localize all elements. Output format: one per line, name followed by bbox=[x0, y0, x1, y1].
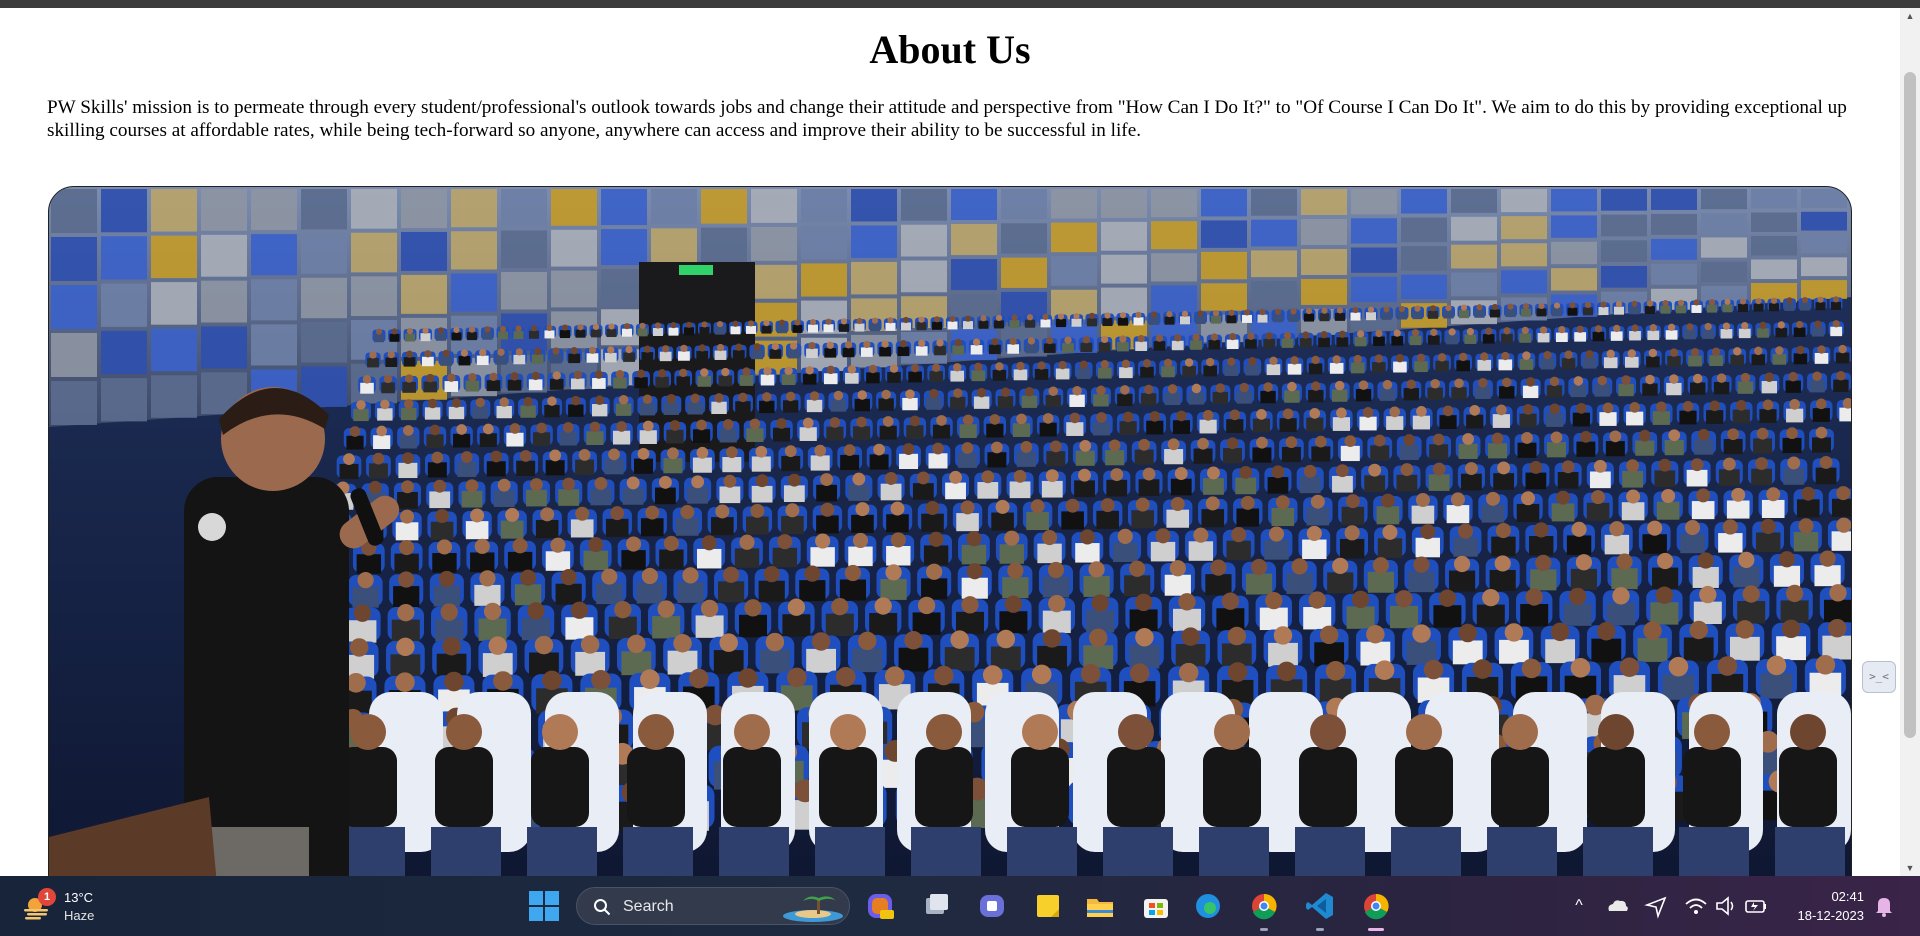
page-viewport: About Us PW Skills' mission is to permea… bbox=[0, 8, 1900, 876]
taskbar-app-edge[interactable] bbox=[1192, 890, 1224, 922]
app-running-indicator bbox=[1260, 928, 1268, 931]
weather-widget[interactable]: 1 13°C Haze bbox=[22, 888, 112, 928]
taskbar-search-box[interactable]: Search bbox=[576, 887, 850, 925]
search-label: Search bbox=[623, 898, 674, 915]
taskbar-app-file-explorer[interactable] bbox=[1084, 890, 1116, 922]
taskbar-app-copilot[interactable] bbox=[864, 890, 896, 922]
page-scrollbar[interactable]: ▲ ▼ bbox=[1900, 8, 1920, 876]
auditorium-photo-art bbox=[49, 187, 1851, 876]
floating-side-widget[interactable]: >_< bbox=[1862, 661, 1896, 693]
window-top-strip bbox=[0, 0, 1920, 8]
location-icon[interactable] bbox=[1643, 892, 1669, 920]
app-running-indicator bbox=[1316, 928, 1324, 931]
chrome-beta-icon bbox=[1252, 893, 1277, 920]
file-explorer-icon bbox=[1087, 899, 1113, 917]
scroll-down-arrow[interactable]: ▼ bbox=[1900, 860, 1920, 876]
battery-icon[interactable] bbox=[1743, 892, 1769, 920]
tray-chevron[interactable]: ^ bbox=[1566, 892, 1592, 920]
clock-date: 18-12-2023 bbox=[1797, 908, 1865, 923]
taskbar-app-sticky-notes[interactable] bbox=[1032, 890, 1064, 922]
system-clock[interactable]: 02:41 18-12-2023 bbox=[1780, 887, 1865, 925]
search-highlight-art bbox=[783, 896, 843, 922]
edge-icon bbox=[1196, 894, 1220, 918]
scroll-thumb[interactable] bbox=[1904, 72, 1916, 738]
taskbar-app-chrome[interactable] bbox=[1360, 890, 1392, 922]
task-view-icon bbox=[926, 894, 948, 914]
weather-badge: 1 bbox=[38, 888, 56, 906]
wifi-icon[interactable] bbox=[1683, 892, 1709, 920]
copilot-icon bbox=[868, 894, 894, 919]
mission-paragraph: PW Skills' mission is to permeate throug… bbox=[47, 97, 1847, 141]
microsoft-store-icon bbox=[1144, 899, 1168, 918]
taskbar-app-teams-chat[interactable] bbox=[976, 890, 1008, 922]
windows-start-icon[interactable] bbox=[528, 890, 560, 922]
vscode-icon bbox=[1306, 893, 1333, 919]
search-icon bbox=[594, 899, 611, 916]
sticky-notes-icon bbox=[1037, 895, 1059, 917]
clock-time: 02:41 bbox=[1831, 889, 1864, 904]
taskbar-app-microsoft-store[interactable] bbox=[1140, 890, 1172, 922]
onedrive-icon[interactable] bbox=[1604, 892, 1630, 920]
chrome-icon bbox=[1364, 893, 1389, 920]
taskbar-app-vscode[interactable] bbox=[1304, 890, 1336, 922]
windows-taskbar: 1 13°C Haze Search ^ 02:41 18-12-2023 bbox=[0, 876, 1920, 936]
teams-chat-icon bbox=[980, 895, 1004, 917]
weather-condition: Haze bbox=[64, 908, 95, 923]
taskbar-app-task-view[interactable] bbox=[920, 890, 952, 922]
auditorium-photo bbox=[48, 186, 1852, 876]
scroll-up-arrow[interactable]: ▲ bbox=[1900, 8, 1920, 24]
app-running-indicator bbox=[1368, 928, 1384, 931]
weather-temperature: 13°C bbox=[64, 890, 94, 905]
notification-bell-icon[interactable] bbox=[1872, 892, 1896, 920]
page-title: About Us bbox=[869, 27, 1031, 72]
taskbar-app-chrome-beta[interactable] bbox=[1248, 890, 1280, 922]
volume-icon[interactable] bbox=[1713, 892, 1739, 920]
